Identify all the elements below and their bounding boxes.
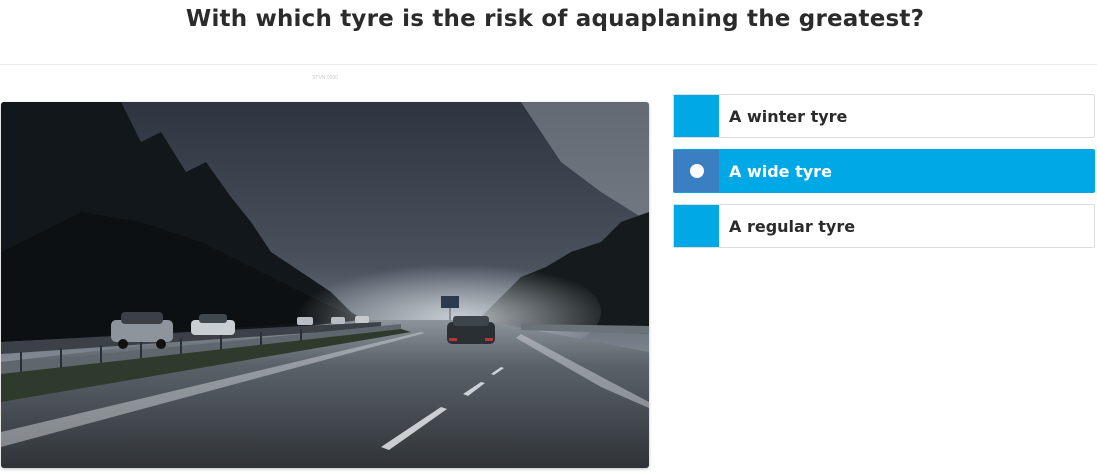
answer-list: A winter tyre A wide tyre A regular tyre: [673, 94, 1095, 259]
answer-marker: [674, 205, 719, 247]
answer-option-wide-tyre[interactable]: A wide tyre: [673, 149, 1095, 193]
answer-label: A winter tyre: [729, 107, 848, 126]
answer-option-regular-tyre[interactable]: A regular tyre: [673, 204, 1095, 248]
answer-label: A regular tyre: [729, 217, 856, 236]
header-divider: [0, 64, 1097, 65]
radio-dot-icon: [690, 164, 704, 178]
question-image: [1, 102, 649, 468]
question-title: With which tyre is the risk of aquaplani…: [185, 6, 925, 32]
answer-marker: [674, 95, 719, 137]
answer-marker: [674, 150, 719, 192]
image-caption: STVN 0000: [312, 75, 338, 81]
answer-label: A wide tyre: [729, 162, 832, 181]
answer-option-winter-tyre[interactable]: A winter tyre: [673, 94, 1095, 138]
